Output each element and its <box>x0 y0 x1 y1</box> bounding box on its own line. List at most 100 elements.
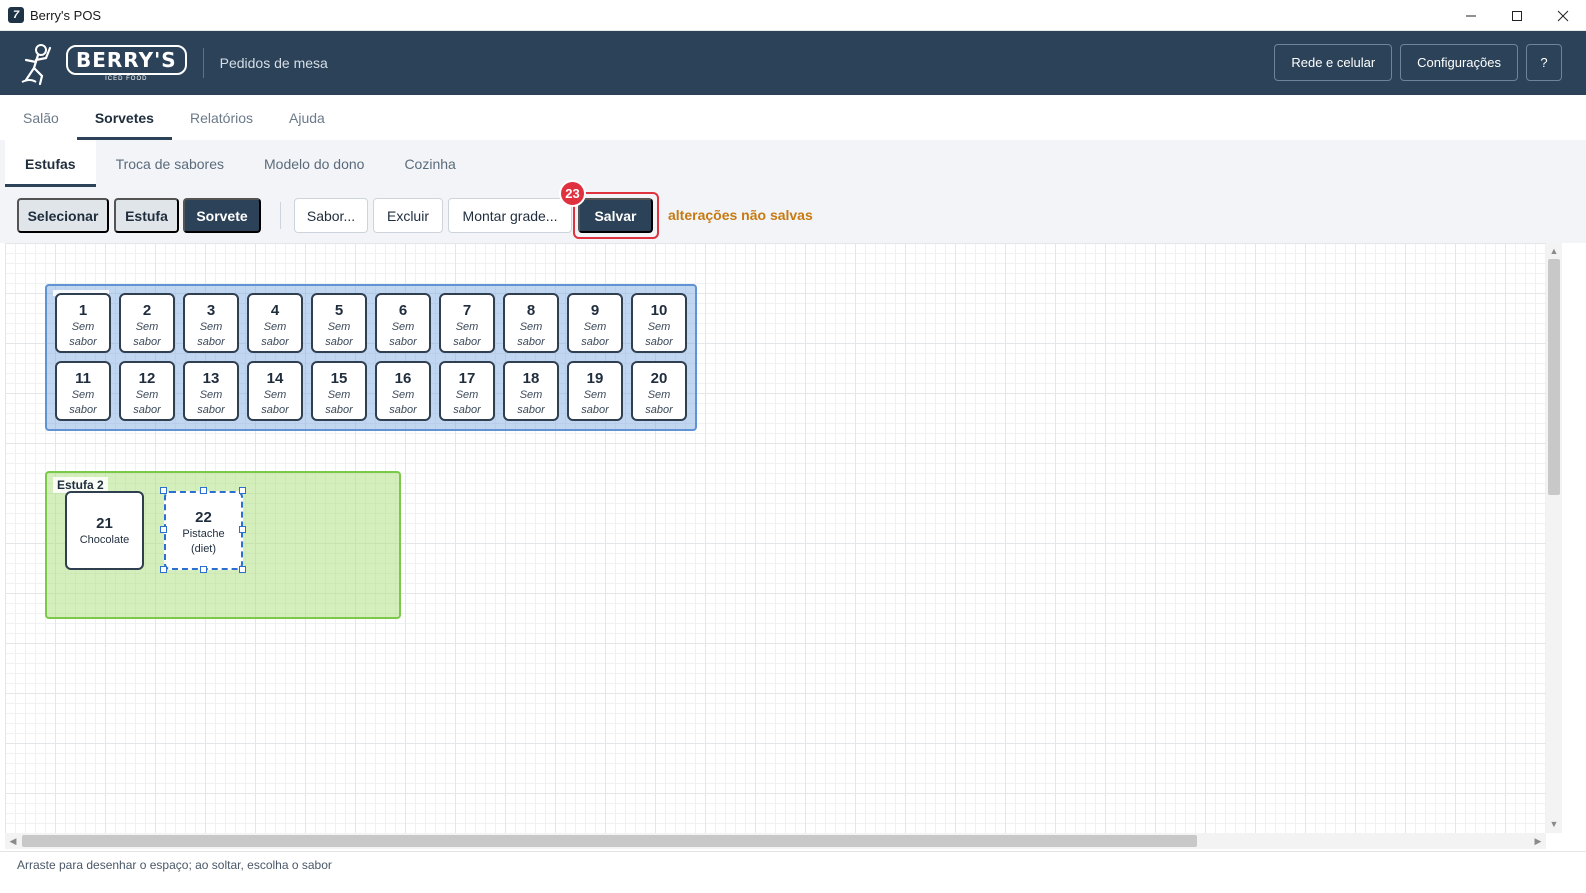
flavor-button[interactable]: Sabor... <box>294 198 368 233</box>
ice-cream-cell[interactable]: 1 Sem sabor <box>55 293 111 353</box>
ice-cream-cell[interactable]: 13 Sem sabor <box>183 361 239 421</box>
cell-flavor: Sem sabor <box>645 389 673 416</box>
ice-cream-cell[interactable]: 8 Sem sabor <box>503 293 559 353</box>
save-button[interactable]: Salvar <box>578 198 653 233</box>
cell-flavor: Sem sabor <box>389 389 417 416</box>
cell-number: 1 <box>78 302 88 319</box>
cell-number: 6 <box>398 302 408 319</box>
close-icon[interactable] <box>1540 0 1586 31</box>
resize-handle[interactable] <box>160 487 167 494</box>
ice-cream-cell[interactable]: 2 Sem sabor <box>119 293 175 353</box>
step-badge: 23 <box>559 180 586 207</box>
cell-flavor: Sem sabor <box>261 321 289 348</box>
resize-handle[interactable] <box>200 566 207 573</box>
sub-tabs: Estufas Troca de sabores Modelo do dono … <box>0 140 1586 187</box>
cell-flavor: Sem sabor <box>581 389 609 416</box>
cell-flavor: Sem sabor <box>197 389 225 416</box>
tab-ajuda[interactable]: Ajuda <box>271 95 343 140</box>
cell-flavor: Sem sabor <box>133 389 161 416</box>
resize-handle[interactable] <box>160 566 167 573</box>
ice-cream-cell[interactable]: 18 Sem sabor <box>503 361 559 421</box>
estufa-2-area[interactable]: Estufa 2 21 Chocolate 22 Pistache (diet) <box>45 471 401 619</box>
ice-cream-cell[interactable]: 9 Sem sabor <box>567 293 623 353</box>
cell-number: 9 <box>590 302 600 319</box>
cell-number: 20 <box>650 370 668 387</box>
ice-cream-cell[interactable]: 21 Chocolate <box>65 491 144 570</box>
resize-handle[interactable] <box>239 526 246 533</box>
ice-cream-cell[interactable]: 12 Sem sabor <box>119 361 175 421</box>
cell-number: 7 <box>462 302 472 319</box>
main-tabs: Salão Sorvetes Relatórios Ajuda <box>0 95 1586 140</box>
cell-flavor: Sem sabor <box>581 321 609 348</box>
vertical-scrollbar[interactable]: ▲ ▼ <box>1546 243 1562 833</box>
delete-button[interactable]: Excluir <box>373 198 443 233</box>
mascot-logo-icon <box>21 44 52 86</box>
cell-flavor: Sem sabor <box>133 321 161 348</box>
cell-flavor: Sem sabor <box>389 321 417 348</box>
toolbar-separator <box>280 202 281 229</box>
network-mobile-button[interactable]: Rede e celular <box>1274 44 1393 81</box>
scroll-right-icon[interactable]: ▶ <box>1531 834 1545 848</box>
vertical-scroll-thumb[interactable] <box>1548 259 1560 495</box>
tab-sorvetes[interactable]: Sorvetes <box>76 95 173 140</box>
mode-estufa-button[interactable]: Estufa <box>114 198 179 233</box>
status-bar: Arraste para desenhar o espaço; ao solta… <box>0 851 1586 893</box>
help-button[interactable]: ? <box>1526 44 1562 81</box>
cell-flavor: Sem sabor <box>517 321 545 348</box>
tab-relatorios[interactable]: Relatórios <box>172 95 271 140</box>
scroll-left-icon[interactable]: ◀ <box>6 834 20 848</box>
layout-canvas[interactable]: 1 Sem sabor 2 Sem sabor 3 Sem sabor 4 Sem sabor… <box>5 243 1546 833</box>
cell-number: 18 <box>522 370 540 387</box>
ice-cream-cell[interactable]: 5 Sem sabor <box>311 293 367 353</box>
maximize-icon[interactable] <box>1494 0 1540 31</box>
cell-number: 10 <box>650 302 668 319</box>
unsaved-changes-label: alterações não salvas <box>668 207 813 223</box>
window-title: Berry's POS <box>30 7 102 23</box>
cell-number: 16 <box>394 370 412 387</box>
cell-number: 11 <box>75 370 91 387</box>
ice-cream-cell[interactable]: 10 Sem sabor <box>631 293 687 353</box>
window-controls <box>1448 0 1586 31</box>
build-grid-button[interactable]: Montar grade... <box>448 198 572 233</box>
resize-handle[interactable] <box>200 487 207 494</box>
scroll-up-icon[interactable]: ▲ <box>1547 244 1561 258</box>
scroll-down-icon[interactable]: ▼ <box>1547 817 1561 831</box>
estufa-1-area[interactable]: 1 Sem sabor 2 Sem sabor 3 Sem sabor 4 Sem sabor… <box>45 284 697 431</box>
ice-cream-cell[interactable]: 3 Sem sabor <box>183 293 239 353</box>
horizontal-scrollbar[interactable]: ◀ ▶ <box>5 833 1546 849</box>
cell-flavor: Sem sabor <box>197 321 225 348</box>
cell-number: 22 <box>195 509 212 526</box>
ice-cream-cell[interactable]: 15 Sem sabor <box>311 361 367 421</box>
minimize-icon[interactable] <box>1448 0 1494 31</box>
cell-number: 8 <box>526 302 536 319</box>
ice-cream-cell[interactable]: 19 Sem sabor <box>567 361 623 421</box>
ice-cream-cell[interactable]: 20 Sem sabor <box>631 361 687 421</box>
mode-select-button[interactable]: Selecionar <box>17 198 109 233</box>
cell-flavor: Sem sabor <box>69 389 97 416</box>
cell-flavor: Pistache (diet) <box>182 528 225 555</box>
ice-cream-cell[interactable]: 7 Sem sabor <box>439 293 495 353</box>
horizontal-scroll-thumb[interactable] <box>22 835 1197 847</box>
cell-number: 2 <box>142 302 152 319</box>
ice-cream-cell[interactable]: 11 Sem sabor <box>55 361 111 421</box>
ice-cream-cell[interactable]: 17 Sem sabor <box>439 361 495 421</box>
subtab-troca-sabores[interactable]: Troca de sabores <box>96 140 244 187</box>
tab-salao[interactable]: Salão <box>5 95 77 140</box>
ice-cream-cell[interactable]: 4 Sem sabor <box>247 293 303 353</box>
ice-cream-cell[interactable]: 14 Sem sabor <box>247 361 303 421</box>
ice-cream-cell[interactable]: 16 Sem sabor <box>375 361 431 421</box>
cell-number: 14 <box>266 370 284 387</box>
cell-number: 4 <box>270 302 280 319</box>
subtab-modelo-dono[interactable]: Modelo do dono <box>244 140 384 187</box>
resize-handle[interactable] <box>239 487 246 494</box>
window-titlebar: 7 Berry's POS <box>0 0 1586 31</box>
ice-cream-cell-selected[interactable]: 22 Pistache (diet) <box>164 491 243 570</box>
subtab-cozinha[interactable]: Cozinha <box>384 140 475 187</box>
resize-handle[interactable] <box>239 566 246 573</box>
resize-handle[interactable] <box>160 526 167 533</box>
mode-sorvete-button[interactable]: Sorvete <box>183 198 261 233</box>
header-divider <box>202 48 204 78</box>
subtab-estufas[interactable]: Estufas <box>5 140 96 187</box>
settings-button[interactable]: Configurações <box>1400 44 1518 81</box>
ice-cream-cell[interactable]: 6 Sem sabor <box>375 293 431 353</box>
